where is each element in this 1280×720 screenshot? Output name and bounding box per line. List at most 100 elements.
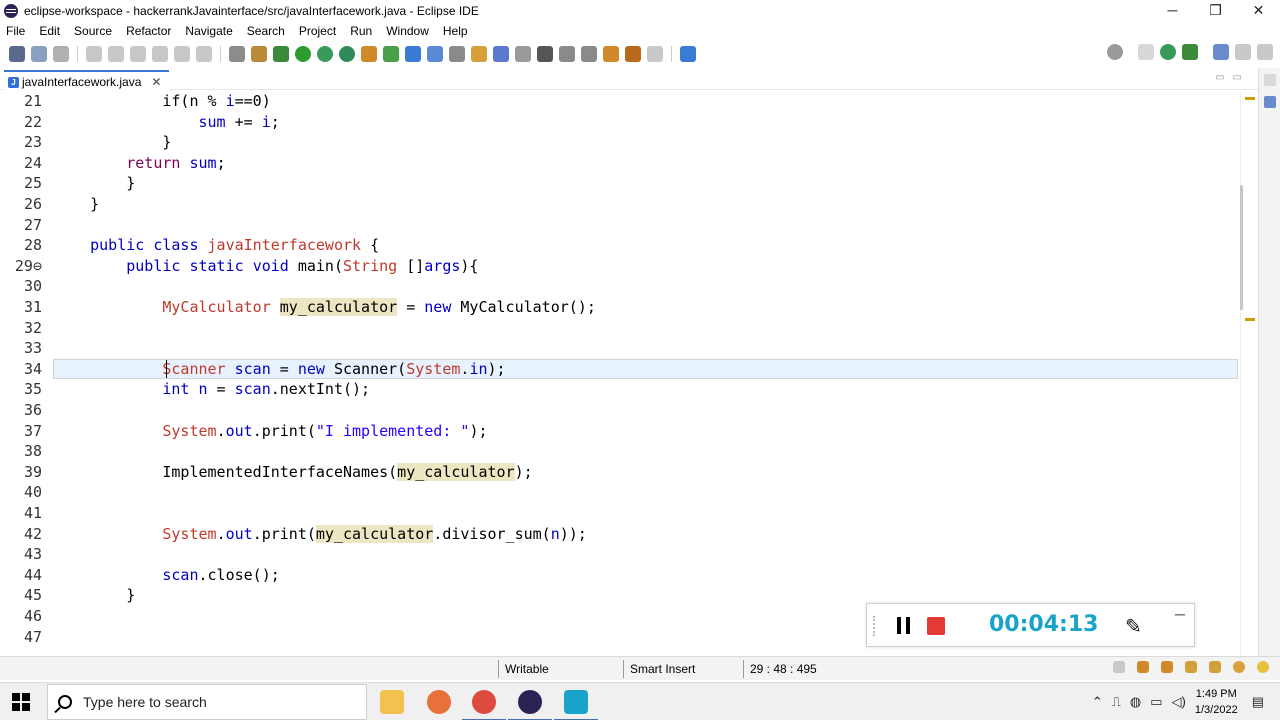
- hat-icon[interactable]: [1185, 661, 1197, 673]
- back-icon[interactable]: [625, 46, 641, 62]
- code-line[interactable]: 32: [0, 318, 1240, 339]
- suspend-icon[interactable]: [108, 46, 124, 62]
- menu-file[interactable]: File: [0, 24, 32, 38]
- next-annotation-icon[interactable]: [559, 46, 575, 62]
- code-line[interactable]: 25 }: [0, 173, 1240, 194]
- run-icon[interactable]: [295, 46, 311, 62]
- battery-icon[interactable]: ▭: [1150, 694, 1162, 710]
- overview-ruler[interactable]: [1240, 91, 1258, 656]
- code-line[interactable]: 31 MyCalculator my_calculator = new MyCa…: [0, 297, 1240, 318]
- notifications-icon[interactable]: ▤: [1252, 694, 1264, 710]
- drag-handle[interactable]: [873, 616, 876, 636]
- code-line[interactable]: 29⊖ public static void main(String []arg…: [0, 256, 1240, 277]
- java-perspective-icon[interactable]: [1160, 44, 1176, 60]
- code-line[interactable]: 36: [0, 400, 1240, 421]
- recorder-minimize-button[interactable]: ─: [1175, 606, 1185, 622]
- menu-refactor[interactable]: Refactor: [119, 24, 178, 38]
- code-line[interactable]: 40: [0, 482, 1240, 503]
- debug-icon[interactable]: [273, 46, 289, 62]
- restore-view-icon[interactable]: [1264, 74, 1276, 86]
- code-line[interactable]: 24 return sum;: [0, 153, 1240, 174]
- code-line[interactable]: 21 if(n % i==0): [0, 91, 1240, 112]
- close-tab-icon[interactable]: ✕: [151, 75, 161, 89]
- code-line[interactable]: 27: [0, 215, 1240, 236]
- code-line[interactable]: 23 }: [0, 132, 1240, 153]
- menu-project[interactable]: Project: [292, 24, 343, 38]
- pilcrow-icon[interactable]: [537, 46, 553, 62]
- minimize-view-icon[interactable]: [1235, 44, 1251, 60]
- skip-breakpoints-icon[interactable]: [229, 46, 245, 62]
- code-line[interactable]: 26 }: [0, 194, 1240, 215]
- occurrence-marker[interactable]: [1245, 97, 1255, 100]
- code-line[interactable]: 28 public class javaInterfacework {: [0, 235, 1240, 256]
- open-perspective-icon[interactable]: [1138, 44, 1154, 60]
- menu-help[interactable]: Help: [436, 24, 475, 38]
- usb-icon[interactable]: ⎍: [1112, 694, 1121, 710]
- chrome-icon[interactable]: [462, 690, 506, 720]
- stop-recording-button[interactable]: [927, 617, 945, 635]
- code-line[interactable]: 39 ImplementedInterfaceNames(my_calculat…: [0, 462, 1240, 483]
- menu-search[interactable]: Search: [240, 24, 292, 38]
- save-all-icon[interactable]: [53, 46, 69, 62]
- external-tools-icon[interactable]: [339, 46, 355, 62]
- show-whitespace-icon[interactable]: [515, 46, 531, 62]
- step-over-icon[interactable]: [196, 46, 212, 62]
- network-icon[interactable]: ◍: [1130, 694, 1141, 710]
- previous-annotation-icon[interactable]: [581, 46, 597, 62]
- annotation-icon[interactable]: [449, 46, 465, 62]
- folder-icon[interactable]: [1161, 661, 1173, 673]
- menu-navigate[interactable]: Navigate: [178, 24, 239, 38]
- firefox-icon[interactable]: [427, 690, 451, 714]
- code-line[interactable]: 30: [0, 276, 1240, 297]
- minimize-button[interactable]: ─: [1151, 0, 1194, 21]
- taskbar-search-box[interactable]: Type here to search: [47, 684, 367, 720]
- home-icon[interactable]: [1137, 661, 1149, 673]
- wand-icon[interactable]: [1209, 661, 1221, 673]
- disconnect-icon[interactable]: [152, 46, 168, 62]
- tools-icon[interactable]: [251, 46, 267, 62]
- draw-pen-icon[interactable]: ✎: [1125, 614, 1142, 639]
- menu-window[interactable]: Window: [379, 24, 436, 38]
- menu-source[interactable]: Source: [67, 24, 119, 38]
- new-class-icon[interactable]: [383, 46, 399, 62]
- tab-javainterfacework[interactable]: J javaInterfacework.java ✕: [4, 70, 170, 91]
- forward-icon[interactable]: [647, 46, 663, 62]
- taskbar-clock[interactable]: 1:49 PM 1/3/2022: [1195, 686, 1238, 718]
- menu-run[interactable]: Run: [343, 24, 379, 38]
- occurrence-marker[interactable]: [1245, 318, 1255, 321]
- new-icon[interactable]: [9, 46, 25, 62]
- close-button[interactable]: ✕: [1237, 0, 1280, 21]
- progress-icon[interactable]: [1113, 661, 1125, 673]
- highlight-occurrences-icon[interactable]: [471, 46, 487, 62]
- code-line[interactable]: 38: [0, 441, 1240, 462]
- last-edit-icon[interactable]: [603, 46, 619, 62]
- new-java-project-icon[interactable]: [361, 46, 377, 62]
- lightbulb-icon[interactable]: [1257, 661, 1269, 673]
- volume-icon[interactable]: ◁): [1172, 694, 1186, 710]
- search-icon[interactable]: [427, 46, 443, 62]
- coverage-icon[interactable]: [317, 46, 333, 62]
- code-line[interactable]: 33: [0, 338, 1240, 359]
- code-line[interactable]: 43: [0, 544, 1240, 565]
- code-line[interactable]: 41: [0, 503, 1240, 524]
- outline-view-icon[interactable]: [1264, 96, 1276, 108]
- terminate-icon[interactable]: [130, 46, 146, 62]
- step-into-icon[interactable]: [174, 46, 190, 62]
- resume-icon[interactable]: [86, 46, 102, 62]
- save-icon[interactable]: [31, 46, 47, 62]
- restore-button[interactable]: ❐: [1194, 0, 1237, 21]
- block-selection-icon[interactable]: [493, 46, 509, 62]
- windows-start-icon[interactable]: [12, 693, 30, 711]
- code-line[interactable]: 35 int n = scan.nextInt();: [0, 379, 1240, 400]
- editor-minmax-icons[interactable]: ▭▭: [1215, 72, 1250, 83]
- quick-access-search-icon[interactable]: [1107, 44, 1123, 60]
- eclipse-taskbar-icon[interactable]: [508, 690, 552, 720]
- code-line[interactable]: 34 Scanner scan = new Scanner(System.in)…: [0, 359, 1240, 380]
- code-line[interactable]: 42 System.out.print(my_calculator.diviso…: [0, 524, 1240, 545]
- code-line[interactable]: 22 sum += i;: [0, 112, 1240, 133]
- code-editor[interactable]: 21 if(n % i==0) 22 sum += i; 23 } 24 return…: [0, 91, 1258, 656]
- pause-recording-button[interactable]: [897, 617, 911, 634]
- pin-editor-icon[interactable]: [680, 46, 696, 62]
- menu-edit[interactable]: Edit: [32, 24, 67, 38]
- debug-perspective-icon[interactable]: [1182, 44, 1198, 60]
